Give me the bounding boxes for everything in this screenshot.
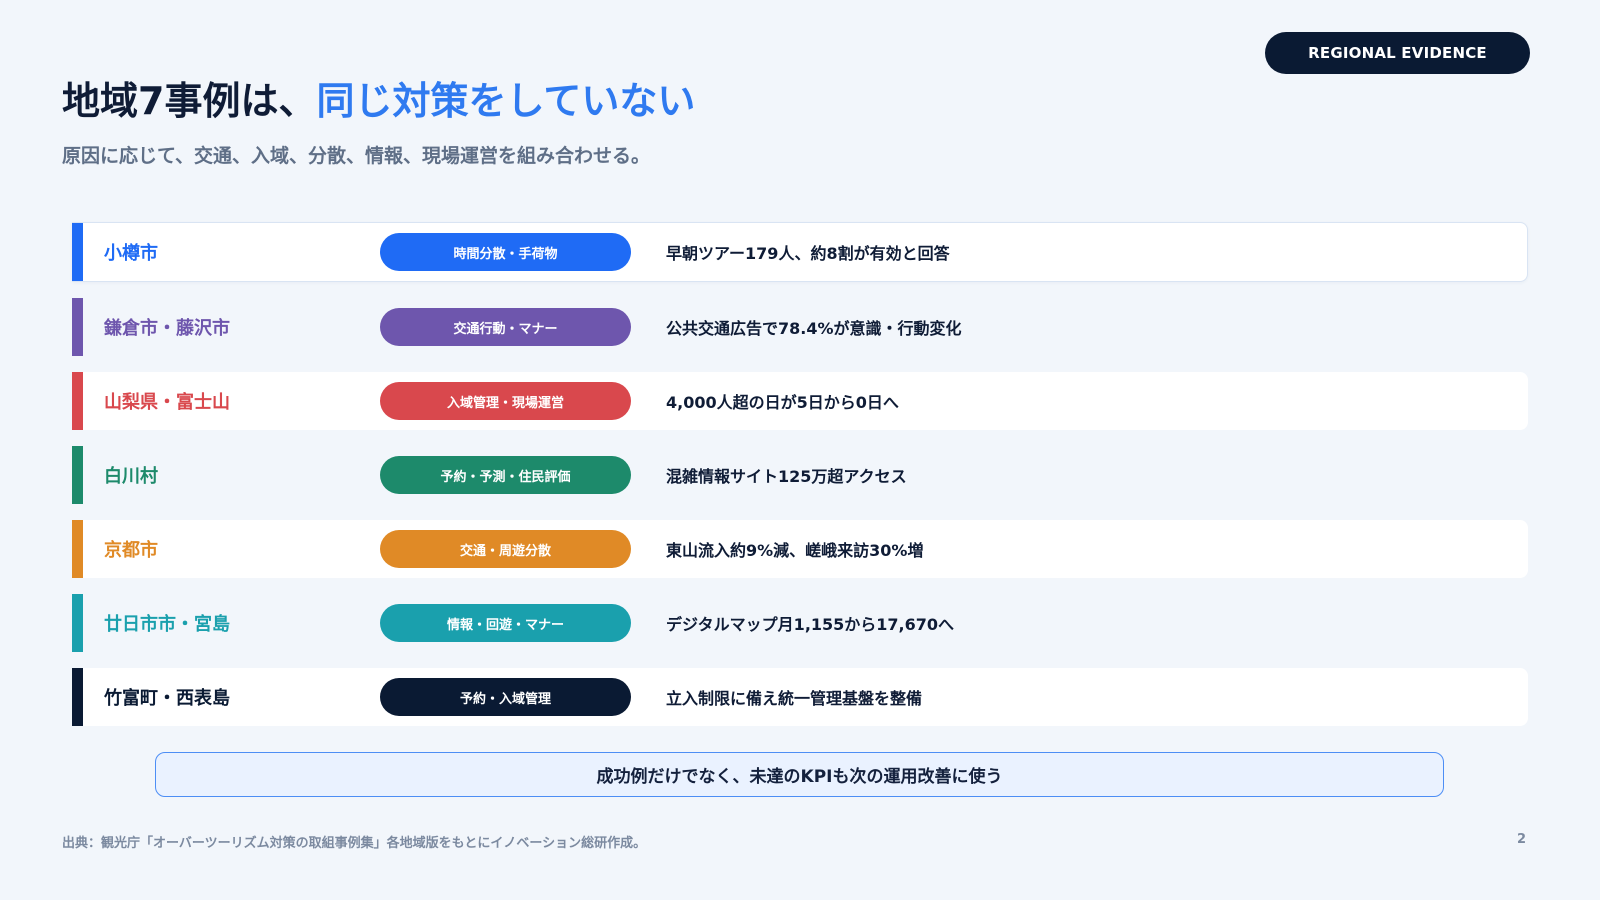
measure-tag: 予約・予測・住民評価 (380, 456, 631, 494)
region-name: 白川村 (104, 466, 158, 487)
title-accent: 同じ対策をしていない (316, 79, 696, 123)
row-color-bar (72, 446, 83, 504)
key-takeaway-callout: 成功例だけでなく、未達のKPIも次の運用改善に使う (155, 752, 1444, 797)
row-color-bar (72, 594, 83, 652)
row-color-bar (72, 668, 83, 726)
row-color-bar (72, 520, 83, 578)
row-color-bar (72, 298, 83, 356)
measure-tag: 交通・周遊分散 (380, 530, 631, 568)
result-text: 早朝ツアー179人、約8割が有効と回答 (666, 244, 950, 263)
measure-tag: 交通行動・マナー (380, 308, 631, 346)
title-main: 地域7事例は、 (62, 79, 317, 123)
page-title: 地域7事例は、同じ対策をしていない (62, 74, 695, 128)
case-row-taketomi: 竹富町・西表島 予約・入域管理 立入制限に備え統一管理基盤を整備 (72, 668, 1528, 726)
measure-tag: 時間分散・手荷物 (380, 233, 631, 271)
case-row-otaru: 小樽市 時間分散・手荷物 早朝ツアー179人、約8割が有効と回答 (72, 222, 1528, 282)
measure-tag: 入域管理・現場運営 (380, 382, 631, 420)
case-row-hatsukaichi: 廿日市市・宮島 情報・回遊・マナー デジタルマップ月1,155から17,670へ (72, 594, 1528, 652)
source-note: 出典：観光庁「オーバーツーリズム対策の取組事例集」各地域版をもとにイノベーション… (62, 836, 647, 851)
case-row-yamanashi: 山梨県・富士山 入域管理・現場運営 4,000人超の日が5日から0日へ (72, 372, 1528, 430)
result-text: 東山流入約9%減、嵯峨来訪30%増 (666, 541, 924, 560)
case-row-kamakura: 鎌倉市・藤沢市 交通行動・マナー 公共交通広告で78.4%が意識・行動変化 (72, 298, 1528, 356)
result-text: デジタルマップ月1,155から17,670へ (666, 615, 955, 634)
case-list: 小樽市 時間分散・手荷物 早朝ツアー179人、約8割が有効と回答 鎌倉市・藤沢市… (72, 222, 1528, 742)
result-text: 立入制限に備え統一管理基盤を整備 (666, 689, 923, 708)
row-color-bar (72, 223, 83, 281)
region-name: 京都市 (104, 540, 158, 561)
case-row-kyoto: 京都市 交通・周遊分散 東山流入約9%減、嵯峨来訪30%増 (72, 520, 1528, 578)
region-name: 小樽市 (104, 243, 158, 264)
region-name: 廿日市市・宮島 (104, 614, 230, 635)
result-text: 混雑情報サイト125万超アクセス (666, 467, 907, 486)
result-text: 4,000人超の日が5日から0日へ (666, 393, 899, 412)
row-color-bar (72, 372, 83, 430)
measure-tag: 予約・入域管理 (380, 678, 631, 716)
region-name: 鎌倉市・藤沢市 (104, 318, 230, 339)
region-name: 竹富町・西表島 (104, 688, 230, 709)
measure-tag: 情報・回遊・マナー (380, 604, 631, 642)
case-row-shirakawa: 白川村 予約・予測・住民評価 混雑情報サイト125万超アクセス (72, 446, 1528, 504)
region-name: 山梨県・富士山 (104, 392, 230, 413)
section-badge: REGIONAL EVIDENCE (1265, 32, 1530, 74)
result-text: 公共交通広告で78.4%が意識・行動変化 (666, 319, 962, 338)
page-number: 2 (1516, 832, 1526, 847)
page-subtitle: 原因に応じて、交通、入域、分散、情報、現場運営を組み合わせる。 (62, 145, 651, 167)
